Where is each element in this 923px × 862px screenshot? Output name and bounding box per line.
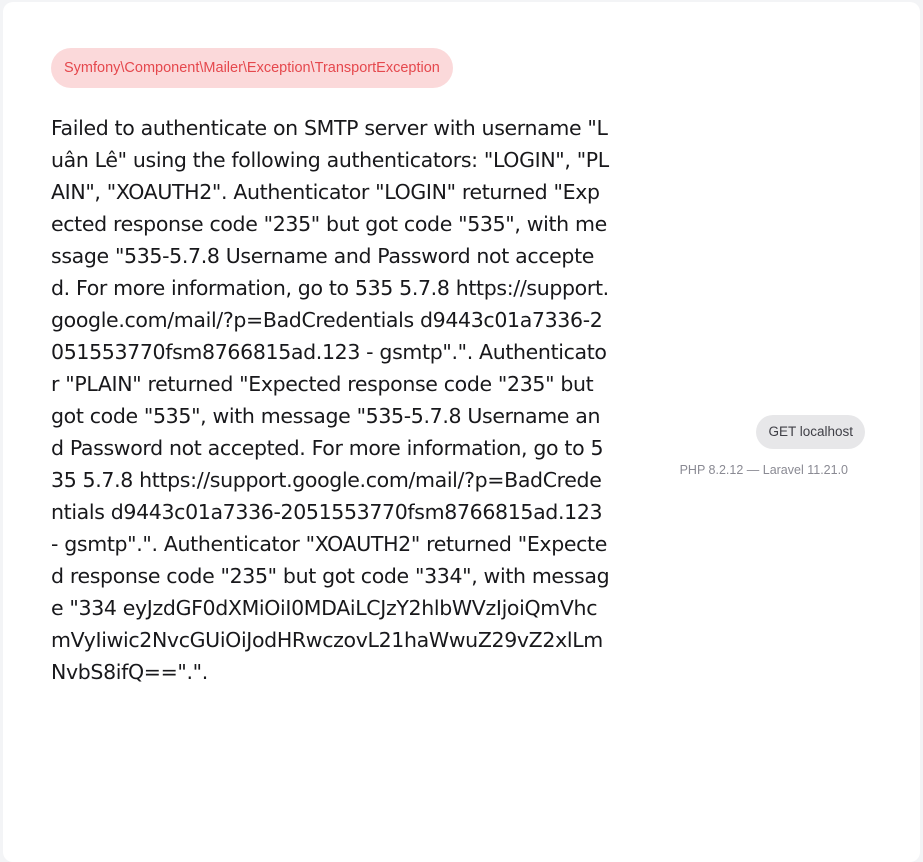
request-info: GET localhost PHP 8.2.12 — Laravel 11.21… [680, 415, 865, 478]
version-info: PHP 8.2.12 — Laravel 11.21.0 [679, 463, 848, 477]
request-method-url-badge[interactable]: GET localhost [756, 415, 865, 449]
exception-class-badge: Symfony\Component\Mailer\Exception\Trans… [51, 48, 453, 88]
error-card: Symfony\Component\Mailer\Exception\Trans… [3, 2, 920, 862]
exception-message: Failed to authenticate on SMTP server wi… [51, 116, 610, 684]
